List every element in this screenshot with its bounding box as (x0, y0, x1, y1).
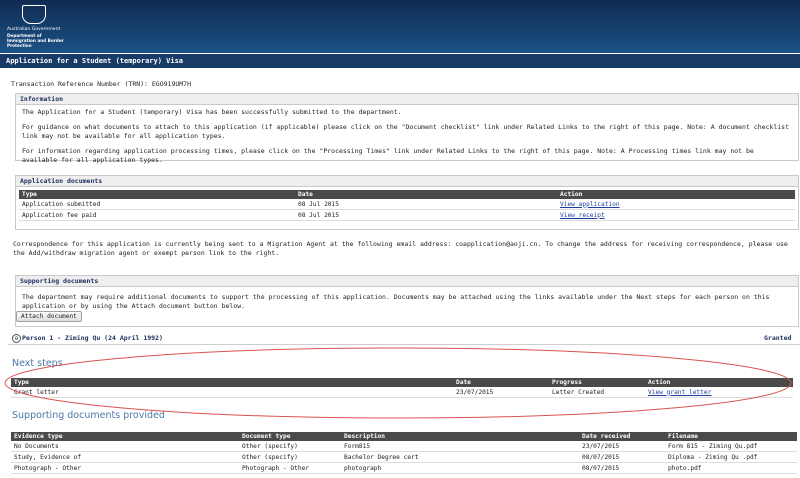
info-paragraph-1: The Application for a Student (temporary… (22, 108, 402, 116)
correspondence-text: Correspondence for this application is c… (13, 240, 788, 257)
table-header-row: Evidence type Document type Description … (11, 432, 797, 441)
info-paragraph-2: For guidance on what documents to attach… (22, 123, 790, 140)
table-row: Study, Evidence of Other (specify) Bache… (11, 451, 797, 463)
provided-title: Supporting documents provided (12, 410, 165, 421)
view-grant-letter-link[interactable]: View grant letter (648, 389, 711, 396)
col-document-type: Document type (239, 432, 341, 441)
evidence: No Documents (11, 441, 239, 452)
doctype: Photograph - Other (239, 462, 341, 474)
doctype: Other (specify) (239, 441, 341, 452)
table-row: Application submitted 08 Jul 2015 View a… (19, 199, 795, 210)
table-row: Application fee paid 08 Jul 2015 View re… (19, 209, 795, 221)
col-date: Date (295, 190, 557, 199)
col-description: Description (341, 432, 579, 441)
table-header-row: Type Date Action (19, 190, 795, 199)
information-panel: Information The Application for a Studen… (15, 93, 799, 164)
person-label: Person 1 - Ziming Qu (24 April 1992) (22, 334, 163, 342)
main-content: Transaction Reference Number (TRN): EGO9… (8, 70, 800, 478)
filename: Form 815 - Ziming Qu.pdf (665, 441, 797, 452)
doc-type: Application submitted (19, 199, 295, 210)
filename: Diploma - Ziming Qu .pdf (665, 451, 797, 463)
step-date: 23/07/2015 (453, 387, 549, 398)
view-receipt-link[interactable]: View receipt (560, 212, 605, 219)
col-progress: Progress (549, 378, 645, 387)
evidence: Photograph - Other (11, 462, 239, 474)
description: Form815 (341, 441, 579, 452)
description: Bachelor Degree cert (341, 451, 579, 463)
col-evidence: Evidence type (11, 432, 239, 441)
date-received: 23/07/2015 (579, 441, 665, 452)
info-paragraph-3: For information regarding application pr… (22, 147, 754, 164)
site-header: Australian Government Department of Immi… (0, 0, 800, 53)
doctype: Other (specify) (239, 451, 341, 463)
supporting-text: The department may require additional do… (22, 293, 770, 310)
application-documents-panel: Application documents Type Date Action A… (15, 175, 799, 230)
application-documents-heading: Application documents (16, 176, 798, 187)
crest-icon (22, 5, 46, 24)
information-heading: Information (16, 94, 798, 105)
col-date: Date (453, 378, 549, 387)
trn-text: Transaction Reference Number (TRN): EGO9… (11, 80, 192, 88)
supporting-documents-heading: Supporting documents (16, 276, 798, 287)
dept-line: Department of Immigration and Border Pro… (7, 33, 64, 48)
government-crest-logo[interactable]: Australian Government Department of Immi… (7, 3, 64, 49)
page-title: Application for a Student (temporary) Vi… (0, 54, 800, 68)
step-progress: Letter Created (549, 387, 645, 398)
date-received: 08/07/2015 (579, 462, 665, 474)
col-filename: Filename (665, 432, 797, 441)
table-row: No Documents Other (specify) Form815 23/… (11, 441, 797, 452)
table-row: Grant letter 23/07/2015 Letter Created V… (11, 387, 793, 398)
col-type: Type (19, 190, 295, 199)
doc-type: Application fee paid (19, 209, 295, 221)
evidence: Study, Evidence of (11, 451, 239, 463)
person-status: Granted (764, 334, 792, 342)
col-type: Type (11, 378, 453, 387)
table-row: Photograph - Other Photograph - Other ph… (11, 462, 797, 474)
col-date-received: Date received (579, 432, 665, 441)
date-received: 08/07/2015 (579, 451, 665, 463)
view-application-link[interactable]: View application (560, 201, 620, 208)
application-documents-table: Type Date Action Application submitted 0… (19, 190, 795, 221)
filename: photo.pdf (665, 462, 797, 474)
collapse-icon[interactable]: ⊖ (12, 334, 21, 343)
col-action: Action (557, 190, 795, 199)
step-type: Grant letter (11, 387, 453, 398)
doc-date: 08 Jul 2015 (295, 199, 557, 210)
gov-line: Australian Government (7, 27, 61, 32)
provided-documents-table: Evidence type Document type Description … (11, 432, 797, 474)
col-action: Action (645, 378, 793, 387)
description: photograph (341, 462, 579, 474)
next-steps-table: Type Date Progress Action Grant letter 2… (11, 378, 793, 398)
person-row[interactable]: ⊖ Person 1 - Ziming Qu (24 April 1992) G… (8, 332, 800, 345)
supporting-documents-panel: Supporting documents The department may … (15, 275, 799, 327)
table-header-row: Type Date Progress Action (11, 378, 793, 387)
next-steps-title: Next steps (12, 358, 63, 369)
doc-date: 08 Jul 2015 (295, 209, 557, 221)
attach-document-button[interactable]: Attach document (16, 311, 82, 322)
